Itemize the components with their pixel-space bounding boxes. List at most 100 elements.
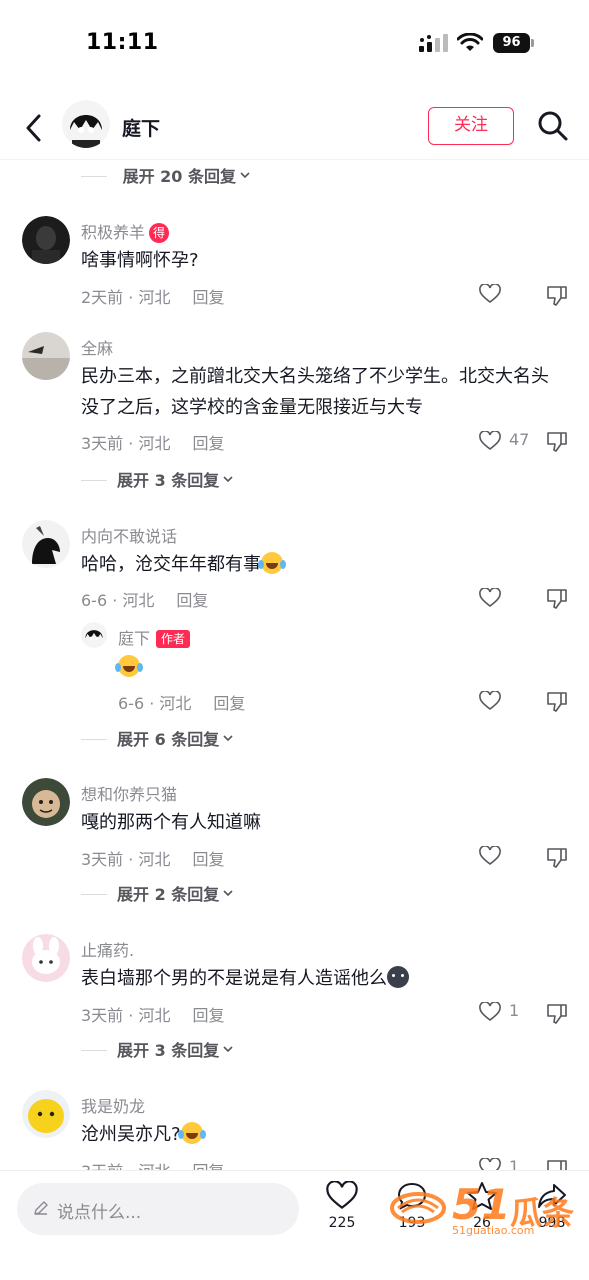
- reply-button[interactable]: 回复: [192, 1162, 224, 1170]
- heart-outline-icon: [479, 1158, 501, 1170]
- expand-replies-button[interactable]: 展开 6 条回复: [81, 726, 233, 750]
- expand-replies-label: 展开 3 条回复: [117, 1041, 220, 1060]
- reply-author-avatar[interactable]: [81, 622, 107, 648]
- expand-replies-button[interactable]: 展开 3 条回复: [81, 1037, 233, 1061]
- dark-face-emoji-icon: [387, 966, 409, 988]
- author-avatar[interactable]: [62, 100, 110, 148]
- reply-button[interactable]: 回复: [176, 591, 208, 610]
- author-name[interactable]: 庭下: [122, 114, 160, 141]
- reply-button[interactable]: 回复: [213, 694, 245, 713]
- dislike-icon[interactable]: [545, 1158, 569, 1170]
- melon-logo-icon: [390, 1192, 446, 1224]
- comment-location: 河北: [122, 591, 155, 610]
- reply-author-name[interactable]: 庭下 作者: [118, 625, 191, 649]
- like-button[interactable]: [479, 844, 539, 868]
- expand-replies-label: 展开 3 条回复: [117, 471, 220, 490]
- comment-text-content: 哈哈，沧交年年都有事: [81, 554, 261, 575]
- reply-button[interactable]: 回复: [192, 850, 224, 869]
- like-button[interactable]: 1: [479, 1156, 539, 1170]
- expand-replies-label: 展开 20 条回复: [122, 167, 236, 186]
- chevron-down-icon: [223, 890, 233, 897]
- author-badge: 作者: [156, 630, 191, 648]
- pink-bunny-avatar-icon: [22, 934, 70, 982]
- dislike-icon[interactable]: [545, 1002, 569, 1026]
- dislike-icon[interactable]: [545, 690, 569, 714]
- like-count: 1: [509, 1001, 520, 1020]
- commenter-name[interactable]: 止痛药.: [81, 937, 134, 961]
- comment-location: 河北: [138, 1162, 170, 1170]
- reply-button[interactable]: 回复: [192, 288, 224, 307]
- heart-outline-icon: [479, 846, 501, 866]
- dislike-icon[interactable]: [545, 430, 569, 454]
- comment-location: 河北: [138, 434, 171, 453]
- like-post-button[interactable]: 225: [320, 1181, 364, 1231]
- reply-location: 河北: [159, 694, 192, 713]
- commenter-name[interactable]: 积极养羊得: [81, 219, 170, 243]
- commenter-avatar[interactable]: [22, 216, 70, 264]
- cellular-signal-icon: [419, 34, 448, 52]
- commenter-name-text: 积极养羊: [81, 223, 146, 242]
- dislike-icon[interactable]: [545, 284, 569, 308]
- reply-button[interactable]: 回复: [192, 434, 224, 453]
- commenter-avatar[interactable]: [22, 778, 70, 826]
- heart-outline-icon: [479, 1002, 501, 1022]
- comment-input[interactable]: 说点什么...: [17, 1183, 299, 1235]
- comment-time: 3天前: [81, 434, 124, 453]
- watermark-url: 51guatiao.com: [452, 1224, 535, 1237]
- comment-text-content: 沧州吴亦凡?: [81, 1124, 181, 1145]
- watermark-number: 51: [452, 1180, 511, 1229]
- comment-meta: 3天前 · 河北回复: [81, 434, 225, 453]
- grey-photo-avatar-icon: [22, 332, 70, 380]
- comment-location: 河北: [138, 1006, 171, 1025]
- comment-meta: 6-6 · 河北 回复: [81, 591, 209, 610]
- comment-meta: 3天前 · 河北回复: [81, 850, 225, 869]
- commenter-name[interactable]: 想和你养只猫: [81, 781, 177, 805]
- back-arrow-icon[interactable]: [20, 110, 48, 146]
- commenter-name[interactable]: 我是奶龙: [81, 1093, 145, 1117]
- reply-text: [115, 652, 588, 683]
- battery-level: 96: [493, 33, 530, 53]
- pencil-icon: [34, 1201, 48, 1215]
- silhouette-avatar-icon: [22, 520, 70, 568]
- follow-button[interactable]: 关注: [428, 107, 514, 145]
- expand-replies-button[interactable]: 展开 2 条回复: [81, 881, 233, 905]
- expand-replies-label: 展开 2 条回复: [117, 885, 220, 904]
- commenter-name[interactable]: 内向不敢说话: [81, 523, 177, 547]
- commenter-avatar[interactable]: [22, 934, 70, 982]
- commenter-avatar[interactable]: [22, 1090, 70, 1138]
- chevron-down-icon: [223, 1046, 233, 1053]
- comment-meta: 3天前 · 河北回复: [81, 1006, 225, 1025]
- heart-outline-icon: [479, 431, 501, 451]
- comment-time: 3天前: [81, 850, 124, 869]
- like-button[interactable]: 1: [479, 1000, 539, 1024]
- expand-replies-button[interactable]: 展开 3 条回复: [81, 467, 233, 491]
- commenter-name[interactable]: 全麻: [81, 335, 113, 359]
- like-button[interactable]: [479, 282, 539, 306]
- anime-avatar-icon: [62, 100, 110, 148]
- comment-text: 表白墙那个男的不是说是有人造谣他么: [81, 963, 551, 994]
- like-button[interactable]: [479, 689, 539, 713]
- heart-outline-icon: [479, 691, 501, 711]
- commenter-avatar[interactable]: [22, 520, 70, 568]
- comment-text: 哈哈，沧交年年都有事: [81, 549, 551, 580]
- comment-time: 2天前: [81, 288, 124, 307]
- commenter-avatar[interactable]: [22, 332, 70, 380]
- comment-location: 河北: [138, 850, 171, 869]
- expand-replies-button[interactable]: 展开 20 条回复: [81, 163, 250, 187]
- achievement-badge: 得: [149, 223, 170, 243]
- comment-location: 河北: [138, 288, 171, 307]
- yellow-dragon-avatar-icon: [22, 1090, 70, 1138]
- dislike-icon[interactable]: [545, 846, 569, 870]
- dislike-icon[interactable]: [545, 587, 569, 611]
- cartoon-face-avatar-icon: [22, 778, 70, 826]
- anime-avatar-icon: [81, 622, 107, 648]
- comment-input-placeholder: 说点什么...: [57, 1203, 142, 1223]
- heart-outline-icon: [479, 588, 501, 608]
- like-button[interactable]: [479, 586, 539, 610]
- like-button[interactable]: 47: [479, 429, 539, 453]
- comment-meta: 3天前 · 河北回复: [81, 1158, 224, 1170]
- heart-outline-icon: [479, 284, 501, 304]
- loudly-laughing-emoji-icon: [177, 1122, 203, 1144]
- search-icon[interactable]: [537, 110, 569, 142]
- reply-button[interactable]: 回复: [192, 1006, 224, 1025]
